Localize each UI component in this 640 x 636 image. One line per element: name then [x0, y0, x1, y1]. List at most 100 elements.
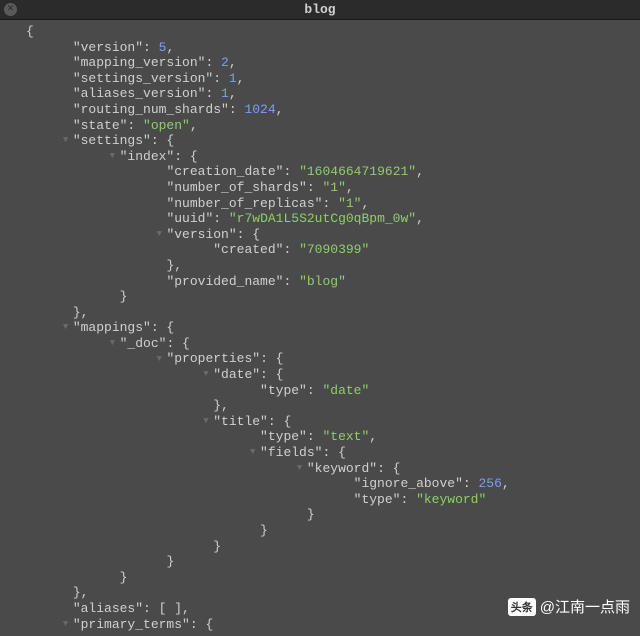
json-number: 256: [478, 476, 501, 491]
collapse-toggle-icon[interactable]: ▼: [63, 322, 73, 333]
json-key: "keyword": [307, 461, 377, 476]
collapse-toggle-icon[interactable]: ▼: [63, 135, 73, 146]
json-punct: :: [127, 118, 143, 133]
json-punct: ,: [237, 71, 245, 86]
json-key: "number_of_shards": [166, 180, 306, 195]
json-key: "type": [354, 492, 401, 507]
json-key: "routing_num_shards": [73, 102, 229, 117]
json-line: },: [0, 398, 640, 414]
json-key: "aliases": [73, 601, 143, 616]
json-line: "routing_num_shards": 1024,: [0, 102, 640, 118]
json-punct: ,: [276, 102, 284, 117]
json-punct: {: [26, 24, 34, 39]
json-punct: :: [213, 71, 229, 86]
json-key: "mappings": [73, 320, 151, 335]
json-string: "1604664719621": [299, 164, 416, 179]
json-line: "aliases_version": 1,: [0, 86, 640, 102]
json-punct: :: [307, 180, 323, 195]
json-string: "date": [322, 383, 369, 398]
collapse-toggle-icon[interactable]: ▼: [110, 338, 120, 349]
json-string: "text": [322, 429, 369, 444]
json-line: "type": "text",: [0, 429, 640, 445]
json-line: ▼"title": {: [0, 414, 640, 430]
json-punct: :: [307, 383, 323, 398]
collapse-toggle-icon[interactable]: ▼: [297, 463, 307, 474]
collapse-toggle-icon[interactable]: ▼: [156, 354, 166, 365]
collapse-toggle-icon[interactable]: ▼: [203, 416, 213, 427]
json-line: }: [0, 554, 640, 570]
json-punct: },: [166, 258, 182, 273]
window-titlebar: ✕ blog: [0, 0, 640, 20]
json-key: "properties": [166, 351, 260, 366]
json-line: ▼"keyword": {: [0, 461, 640, 477]
json-punct: }: [307, 507, 315, 522]
json-punct: : [ ],: [143, 601, 190, 616]
json-punct: },: [213, 398, 229, 413]
json-key: "state": [73, 118, 128, 133]
watermark-user: @江南一点雨: [540, 596, 630, 617]
json-key: "provided_name": [166, 274, 283, 289]
json-key: "created": [213, 242, 283, 257]
json-punct: :: [400, 492, 416, 507]
json-viewer: { "version": 5, "mapping_version": 2, "s…: [0, 20, 640, 636]
collapse-toggle-icon[interactable]: ▼: [156, 229, 166, 240]
collapse-toggle-icon[interactable]: ▼: [63, 619, 73, 630]
json-punct: : {: [268, 414, 291, 429]
json-string: "keyword": [416, 492, 486, 507]
json-key: "index": [120, 149, 175, 164]
json-punct: ,: [416, 211, 424, 226]
json-punct: }: [120, 289, 128, 304]
json-punct: ,: [369, 429, 377, 444]
json-punct: :: [283, 242, 299, 257]
json-line: }: [0, 570, 640, 586]
json-punct: }: [166, 554, 174, 569]
json-line: ▼"version": {: [0, 227, 640, 243]
json-line: "number_of_replicas": "1",: [0, 196, 640, 212]
json-line: "ignore_above": 256,: [0, 476, 640, 492]
json-punct: :: [229, 102, 245, 117]
json-string: "r7wDA1L5S2utCg0qBpm_0w": [229, 211, 416, 226]
json-key: "mapping_version": [73, 55, 206, 70]
json-punct: ,: [166, 40, 174, 55]
close-icon[interactable]: ✕: [4, 3, 17, 16]
json-punct: },: [73, 585, 89, 600]
json-punct: ,: [229, 55, 237, 70]
json-key: "date": [213, 367, 260, 382]
json-punct: :: [283, 274, 299, 289]
json-punct: : {: [151, 133, 174, 148]
json-key: "creation_date": [166, 164, 283, 179]
json-punct: :: [213, 211, 229, 226]
json-string: "1": [322, 180, 345, 195]
json-punct: :: [143, 40, 159, 55]
collapse-toggle-icon[interactable]: ▼: [110, 151, 120, 162]
json-line: ▼"mappings": {: [0, 320, 640, 336]
json-key: "settings_version": [73, 71, 213, 86]
json-line: "type": "keyword": [0, 492, 640, 508]
json-number: 1: [221, 86, 229, 101]
json-line: "provided_name": "blog": [0, 274, 640, 290]
json-punct: : {: [260, 351, 283, 366]
json-key: "uuid": [166, 211, 213, 226]
window-title: blog: [0, 2, 640, 17]
json-punct: ,: [502, 476, 510, 491]
json-line: "number_of_shards": "1",: [0, 180, 640, 196]
json-line: }: [0, 539, 640, 555]
json-punct: }: [260, 523, 268, 538]
json-line: ▼"fields": {: [0, 445, 640, 461]
json-key: "version": [73, 40, 143, 55]
json-line: ▼"primary_terms": {: [0, 617, 640, 633]
json-string: "1": [338, 196, 361, 211]
json-line: ▼"properties": {: [0, 351, 640, 367]
json-punct: :: [205, 86, 221, 101]
json-key: "type": [260, 383, 307, 398]
json-key: "fields": [260, 445, 322, 460]
json-key: "version": [166, 227, 236, 242]
collapse-toggle-icon[interactable]: ▼: [250, 447, 260, 458]
json-line: "mapping_version": 2,: [0, 55, 640, 71]
json-punct: :: [283, 164, 299, 179]
json-punct: ,: [416, 164, 424, 179]
json-key: "settings": [73, 133, 151, 148]
collapse-toggle-icon[interactable]: ▼: [203, 369, 213, 380]
json-punct: : {: [260, 367, 283, 382]
json-key: "number_of_replicas": [166, 196, 322, 211]
